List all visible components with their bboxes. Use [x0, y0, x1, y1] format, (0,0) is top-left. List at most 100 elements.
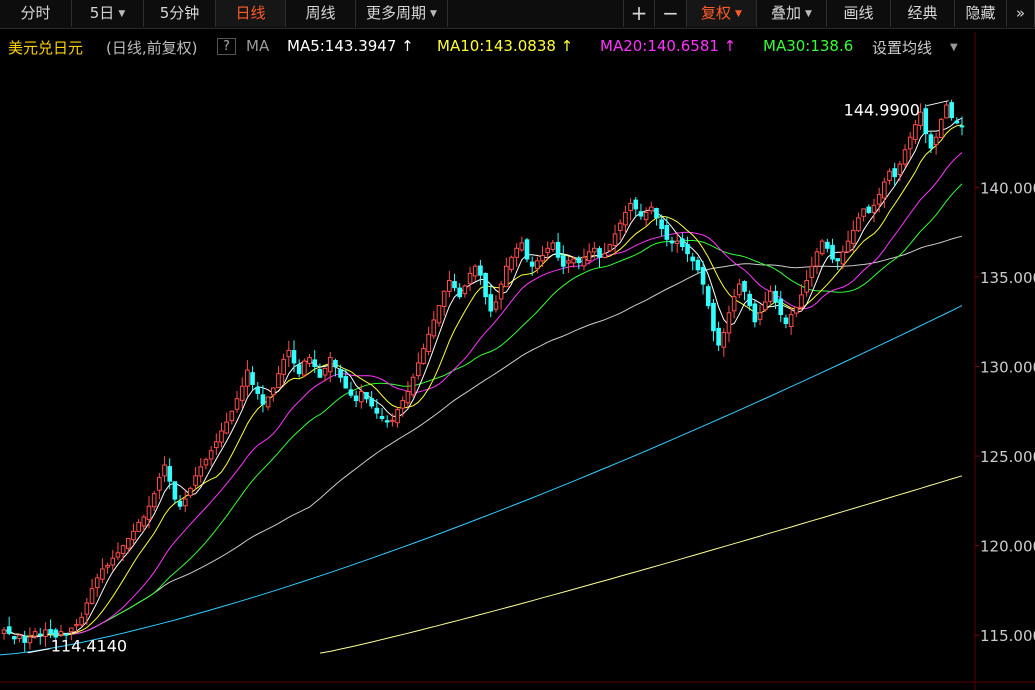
- candle-up: [69, 627, 74, 633]
- candle-down: [778, 298, 784, 316]
- candle-up: [322, 367, 328, 376]
- candle-down: [529, 261, 535, 267]
- candle-up: [731, 296, 737, 312]
- candle-down: [37, 633, 43, 636]
- candle-up: [799, 294, 804, 308]
- candle-up: [131, 530, 136, 541]
- candle-up: [757, 312, 763, 320]
- candle-down: [317, 369, 323, 378]
- candle-up: [136, 521, 141, 532]
- candle-up: [198, 466, 204, 477]
- candle-up: [674, 240, 680, 244]
- candle-up: [245, 369, 250, 387]
- candle-down: [783, 317, 789, 325]
- candle-up: [100, 568, 105, 580]
- candle-up: [441, 290, 447, 308]
- candle-up: [762, 301, 768, 311]
- candle-up: [151, 493, 157, 508]
- low-price-label: 114.4140: [51, 637, 127, 656]
- candle-up: [208, 450, 214, 460]
- candle-down: [524, 239, 530, 260]
- candle-up: [509, 256, 514, 270]
- candle-up: [286, 349, 292, 358]
- candle-down: [48, 629, 53, 634]
- candle-up: [110, 557, 116, 566]
- candle-up: [933, 136, 939, 146]
- candle-down: [700, 267, 706, 285]
- candle-up: [623, 211, 628, 226]
- candle-down: [680, 238, 685, 248]
- candle-up: [566, 260, 571, 264]
- candle-up: [141, 516, 147, 527]
- candle-up: [804, 280, 809, 293]
- candle-up: [17, 634, 22, 639]
- candle-up: [540, 254, 545, 262]
- candle-down: [353, 395, 359, 402]
- candle-down: [742, 280, 747, 292]
- candle-up: [887, 170, 892, 181]
- candle-up: [410, 376, 416, 396]
- candle-up: [327, 357, 333, 373]
- candle-up: [105, 564, 110, 568]
- candle-down: [63, 633, 69, 636]
- candle-down: [22, 635, 28, 643]
- ma120-line: [0, 305, 963, 656]
- candle-up: [115, 552, 121, 558]
- candle-up: [519, 242, 525, 251]
- candle-down: [654, 207, 659, 219]
- candle-down: [457, 287, 463, 298]
- candle-down: [954, 120, 960, 124]
- candle-up: [871, 204, 877, 213]
- candle-up: [302, 360, 307, 376]
- candle-up: [400, 400, 406, 409]
- candle-up: [89, 588, 95, 604]
- y-tick-label: 135.000: [980, 269, 1035, 287]
- y-tick-label: 130.000: [980, 359, 1035, 377]
- candle-up: [157, 477, 162, 491]
- candle-down: [705, 286, 711, 307]
- candle-up: [602, 253, 608, 258]
- candle-down: [576, 257, 582, 264]
- candle-up: [58, 631, 64, 636]
- candle-down: [483, 272, 488, 298]
- candle-up: [1, 629, 7, 634]
- candle-up: [944, 104, 949, 119]
- candle-up: [793, 306, 799, 314]
- candle-down: [773, 290, 778, 303]
- candle-up: [814, 251, 820, 267]
- candle-up: [395, 409, 400, 424]
- candle-down: [669, 240, 675, 244]
- candle-up: [913, 124, 918, 141]
- candle-down: [384, 420, 390, 423]
- y-tick-label: 120.000: [980, 538, 1035, 556]
- candle-down: [374, 407, 380, 414]
- candlestick-chart: 115.000 120.000 125.000 130.000 135.000 140.0…: [0, 32, 1035, 690]
- candle-up: [819, 240, 825, 255]
- candle-up: [74, 623, 79, 627]
- candle-down: [892, 168, 897, 178]
- candle-down: [638, 211, 644, 217]
- candle-down: [255, 386, 261, 394]
- candle-down: [690, 256, 696, 262]
- candle-down: [338, 369, 343, 378]
- candle-down: [695, 259, 701, 271]
- candle-up: [405, 391, 411, 404]
- candle-up: [239, 385, 245, 401]
- candle-down: [12, 636, 17, 640]
- candle-up: [436, 305, 442, 324]
- candle-up: [462, 285, 468, 295]
- candle-down: [959, 125, 965, 128]
- candle-up: [125, 537, 131, 549]
- candle-up: [503, 265, 509, 288]
- candle-down: [488, 294, 494, 312]
- candle-up: [467, 272, 473, 285]
- candle-up: [415, 362, 421, 377]
- candle-up: [214, 441, 219, 449]
- candle-up: [938, 118, 944, 138]
- candle-down: [379, 415, 385, 419]
- candle-up: [788, 314, 794, 328]
- candle-up: [193, 475, 198, 486]
- candle-up: [84, 602, 90, 615]
- candle-up: [43, 629, 48, 637]
- candle-up: [27, 636, 33, 644]
